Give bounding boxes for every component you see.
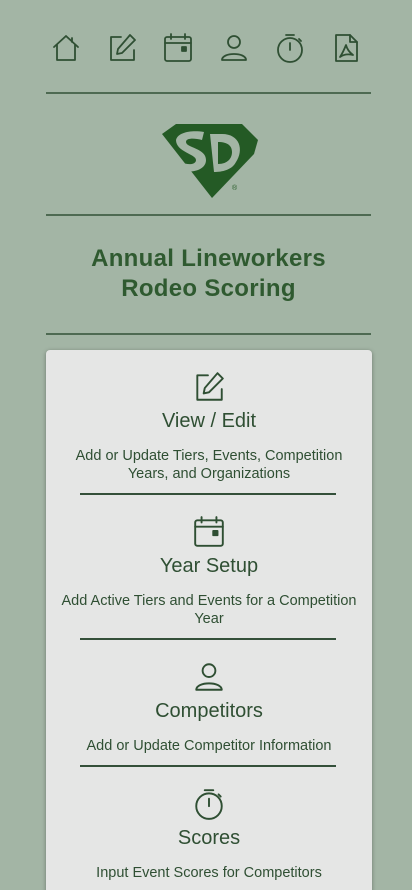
page-title: Annual Lineworkers Rodeo Scoring — [46, 244, 371, 304]
menu-divider — [80, 765, 336, 767]
menu-item-description: Input Event Scores for Competitors — [96, 865, 322, 881]
menu-card: View / Edit Add or Update Tiers, Events,… — [46, 350, 372, 890]
timer-button[interactable] — [272, 30, 308, 70]
menu-item-description: Add or Update Tiers, Events, Competition… — [75, 448, 343, 482]
page-title-line1: Annual Lineworkers — [91, 245, 326, 272]
user-button[interactable] — [216, 30, 252, 70]
menu-item-description: Add Active Tiers and Events for a Compet… — [61, 593, 357, 627]
edit-icon — [106, 32, 138, 69]
top-navigation — [48, 30, 364, 70]
menu-item-year-setup[interactable]: Year Setup Add Active Tiers and Events f… — [46, 515, 372, 628]
divider — [46, 92, 371, 94]
edit-icon — [192, 370, 226, 404]
menu-divider — [80, 493, 336, 495]
pdf-button[interactable] — [328, 30, 364, 70]
registered-mark: ® — [232, 184, 238, 192]
stopwatch-icon — [274, 32, 306, 69]
divider — [46, 333, 371, 335]
pdf-file-icon — [330, 32, 362, 69]
menu-item-scores[interactable]: Scores Input Event Scores for Competitor… — [46, 787, 372, 882]
menu-item-label: Year Setup — [159, 555, 259, 577]
edit-button[interactable] — [104, 30, 140, 70]
calendar-icon — [162, 32, 194, 69]
calendar-button[interactable] — [160, 30, 196, 70]
menu-item-view-edit[interactable]: View / Edit Add or Update Tiers, Events,… — [46, 370, 372, 483]
menu-item-description: Add or Update Competitor Information — [86, 738, 332, 754]
menu-item-label: View / Edit — [161, 410, 257, 432]
page-title-line2: Rodeo Scoring — [121, 275, 296, 302]
user-icon — [218, 32, 250, 69]
user-icon — [192, 660, 226, 694]
menu-divider — [80, 638, 336, 640]
calendar-icon — [192, 515, 226, 549]
menu-item-label: Competitors — [155, 700, 263, 722]
divider — [46, 214, 371, 216]
home-button[interactable] — [48, 30, 84, 70]
company-logo: ® — [156, 122, 260, 200]
menu-item-competitors[interactable]: Competitors Add or Update Competitor Inf… — [46, 660, 372, 755]
home-icon — [50, 32, 82, 69]
menu-item-label: Scores — [177, 827, 241, 849]
stopwatch-icon — [192, 787, 226, 821]
